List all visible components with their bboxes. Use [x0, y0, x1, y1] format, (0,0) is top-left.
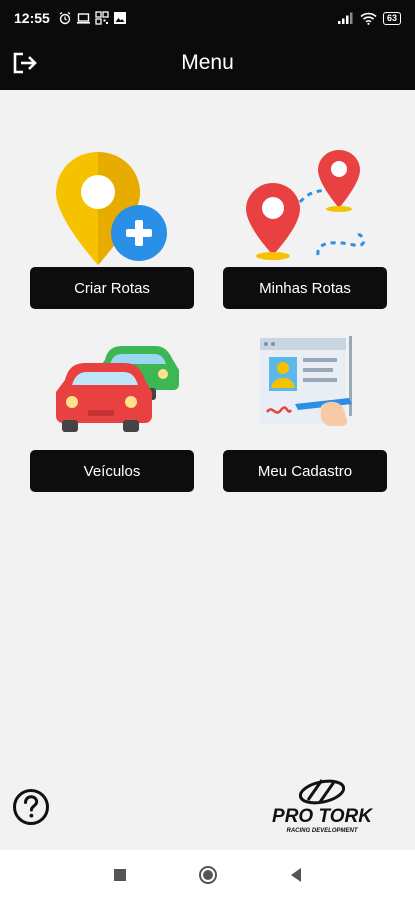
- home-icon[interactable]: [198, 865, 218, 885]
- laptop-icon: [76, 13, 90, 24]
- veiculos-button[interactable]: Veículos: [30, 450, 194, 492]
- wifi-icon: [360, 12, 377, 25]
- status-notification-icons: [58, 11, 127, 25]
- logout-icon[interactable]: [10, 48, 40, 78]
- logo-name: PRO TORK: [272, 806, 373, 827]
- minhas-rotas-button[interactable]: Minhas Rotas: [223, 267, 387, 309]
- back-icon[interactable]: [286, 865, 306, 885]
- registration-form-icon: [260, 336, 352, 426]
- status-bar: 12:55 63: [0, 0, 415, 36]
- criar-rotas-button[interactable]: Criar Rotas: [30, 267, 194, 309]
- gallery-icon: [113, 12, 126, 24]
- recent-apps-icon[interactable]: [110, 865, 130, 885]
- app-bar: Menu: [0, 36, 415, 90]
- help-icon[interactable]: [12, 788, 50, 826]
- status-time: 12:55: [14, 10, 50, 26]
- meu-cadastro-button[interactable]: Meu Cadastro: [223, 450, 387, 492]
- system-nav-bar: [0, 850, 415, 900]
- menu-grid: Criar Rotas Minhas Rotas Veículos Meu Ca…: [0, 90, 415, 850]
- vehicles-icon: [56, 346, 179, 432]
- route-map-icon: [246, 150, 365, 260]
- alarm-icon: [59, 11, 71, 25]
- logo-tagline: RACING DEVELOPMENT: [286, 828, 358, 834]
- page-title: Menu: [181, 51, 234, 74]
- add-location-icon: [56, 152, 167, 265]
- battery-icon: 63: [382, 11, 401, 25]
- signal-icon: [337, 12, 353, 24]
- pro-tork-logo: PRO TORK RACING DEVELOPMENT: [272, 779, 373, 834]
- status-system-icons: 63: [337, 11, 401, 25]
- qr-icon: [95, 11, 109, 25]
